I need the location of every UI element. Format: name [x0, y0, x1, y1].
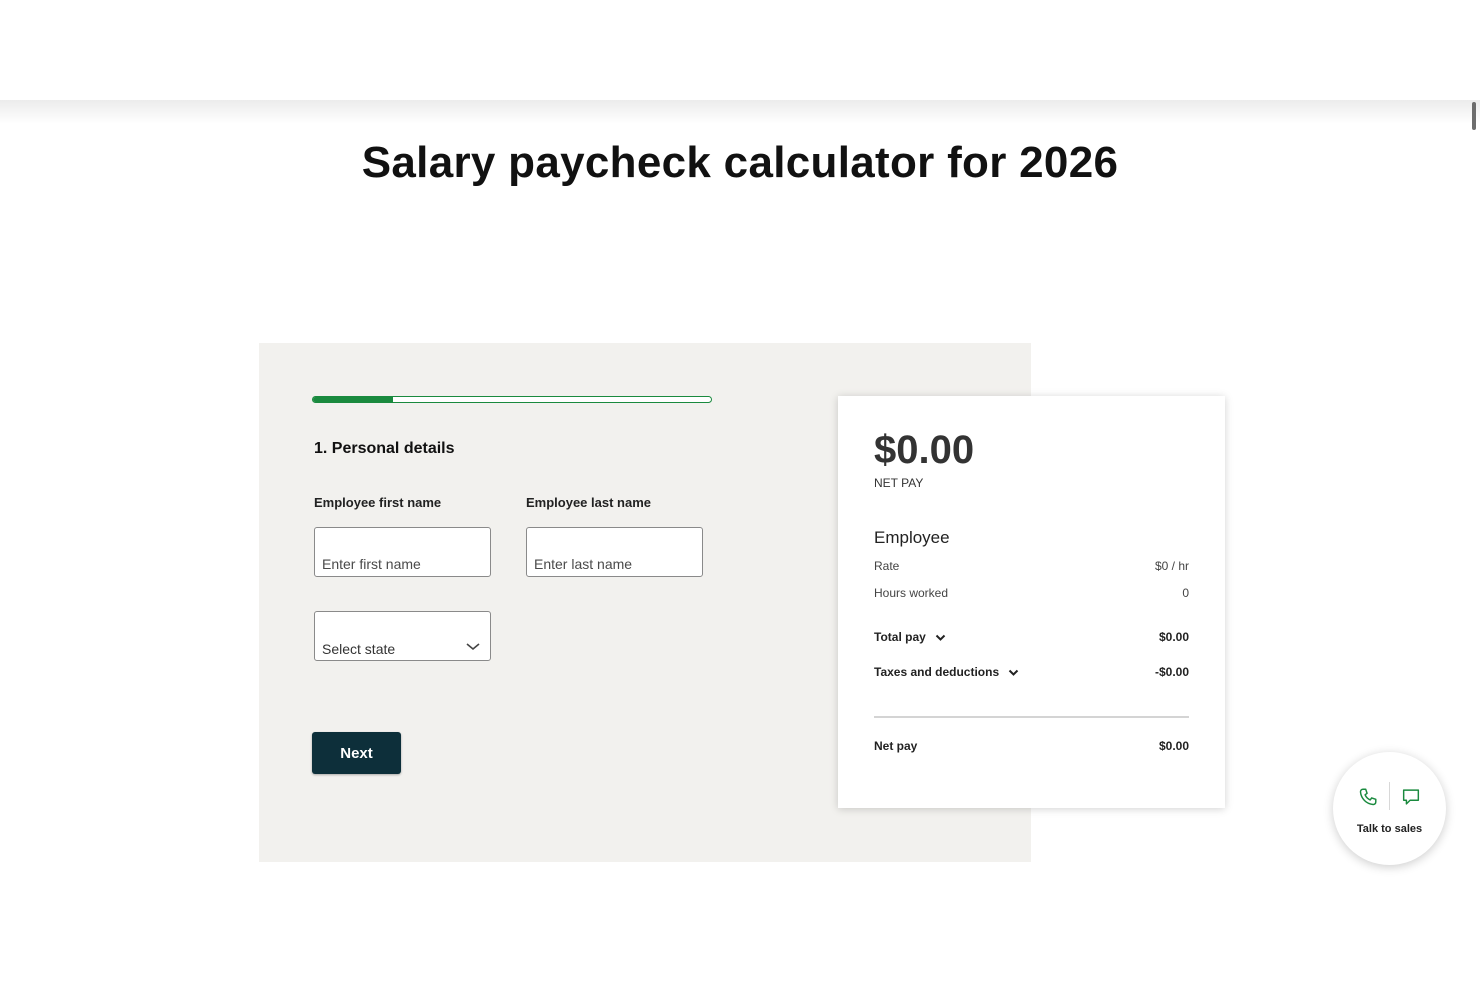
taxes-deductions-label: Taxes and deductions [874, 665, 1000, 679]
summary-divider [874, 716, 1189, 718]
phone-icon[interactable] [1357, 786, 1379, 808]
net-pay-value: $0.00 [1158, 739, 1189, 753]
last-name-label: Employee last name [526, 495, 651, 510]
rate-value: $0 / hr [1154, 559, 1189, 573]
first-name-label: Employee first name [314, 495, 442, 510]
net-pay-amount: $0.00 [874, 428, 975, 472]
chevron-down-icon [1009, 669, 1019, 676]
state-select-value: Select state [322, 641, 396, 657]
progress-bar [312, 396, 712, 403]
widget-divider [1389, 782, 1390, 810]
employee-heading: Employee [874, 528, 950, 547]
chevron-down-icon [935, 634, 946, 641]
total-pay-value: $0.00 [1158, 630, 1189, 644]
header-shadow [0, 100, 1480, 124]
talk-to-sales-widget[interactable]: Talk to sales [1333, 752, 1446, 865]
next-button[interactable]: Next [312, 732, 401, 774]
progress-bar-fill [313, 397, 393, 402]
chat-icon[interactable] [1400, 786, 1422, 808]
total-pay-toggle[interactable]: Total pay [874, 630, 946, 644]
taxes-deductions-value: -$0.00 [1154, 665, 1189, 679]
hours-worked-value: 0 [1182, 586, 1189, 600]
talk-to-sales-label: Talk to sales [1356, 823, 1423, 835]
step-title: 1. Personal details [314, 440, 455, 457]
state-select[interactable]: Select state [314, 611, 491, 661]
net-pay-label: Net pay [874, 739, 918, 753]
page: Salary paycheck calculator for 2026 1. P… [0, 0, 1480, 987]
hours-worked-label: Hours worked [874, 586, 949, 600]
last-name-input[interactable] [526, 527, 703, 577]
chevron-down-icon [466, 643, 480, 651]
page-title: Salary paycheck calculator for 2026 [361, 138, 1119, 187]
rate-label: Rate [874, 559, 900, 573]
first-name-input[interactable] [314, 527, 491, 577]
net-pay-caption: NET PAY [874, 476, 924, 490]
total-pay-label: Total pay [874, 630, 926, 644]
paycheck-summary-card: $0.00 NET PAY Employee Rate $0 / hr Hour… [838, 396, 1225, 808]
taxes-deductions-toggle[interactable]: Taxes and deductions [874, 665, 1019, 679]
scrollbar-thumb[interactable] [1472, 102, 1476, 130]
